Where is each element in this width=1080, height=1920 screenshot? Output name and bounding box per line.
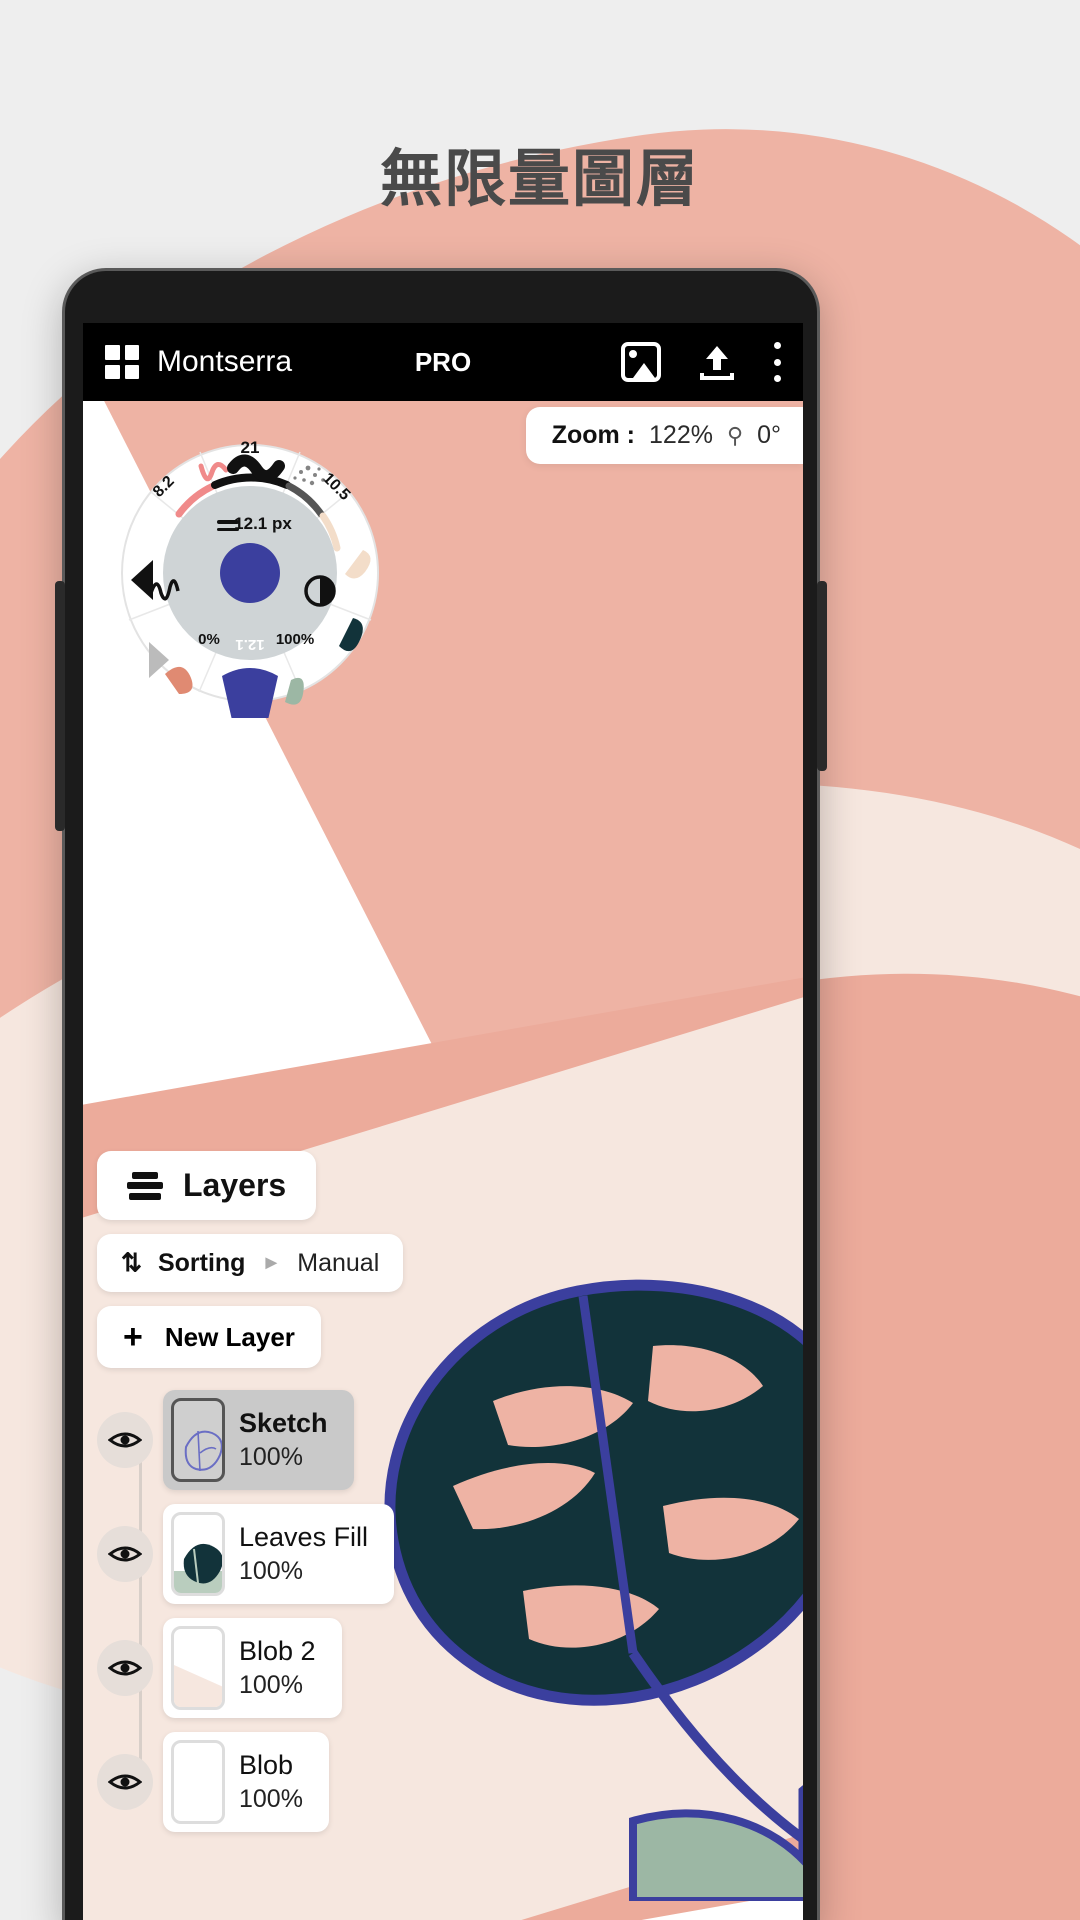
eye-icon [108,1546,142,1562]
grid-menu-icon[interactable] [105,345,139,379]
layers-panel-title[interactable]: Layers [97,1151,317,1220]
layers-title-label: Layers [183,1167,287,1203]
phone-mockup: Montserra PRO Zoom : 122% ⚲ 0° 21 8.2 10… [55,268,827,1920]
blob-thumbnail [171,1740,225,1824]
brush-size-wheel[interactable]: 21 8.2 10.5 12.1 px 0% 100% 12.1 [105,428,395,718]
headline-text: 無限量圖層 [379,145,700,214]
layer-meta: Leaves Fill 100% [233,1512,394,1596]
opacity-min-label: 0% [198,631,220,648]
app-title: Montserra [157,345,293,378]
layer-row[interactable]: Leaves Fill 100% [97,1504,427,1604]
new-layer-button[interactable]: + New Layer [97,1306,321,1368]
layer-card[interactable]: Blob 100% [163,1732,329,1832]
layer-visibility-toggle[interactable] [97,1526,153,1582]
layer-opacity: 100% [239,1671,303,1699]
layer-opacity: 100% [239,1443,303,1471]
layers-stack-icon [127,1171,163,1200]
eye-icon [108,1432,142,1448]
phone-screen: Montserra PRO Zoom : 122% ⚲ 0° 21 8.2 10… [83,323,803,1920]
blob2-thumbnail [171,1626,225,1710]
rotation-angle: 0° [757,421,781,449]
zoom-label: Zoom : [551,421,636,449]
app-bar: Montserra PRO [83,323,803,401]
plus-icon: + [123,1318,143,1356]
layer-list: Sketch 100% Leaves Fill 100% Blob 2 100%… [97,1390,427,1832]
layer-name: Sketch [239,1408,328,1438]
new-layer-label: New Layer [164,1321,295,1352]
leaves-fill-thumbnail [171,1512,225,1596]
layers-panel: Layers ⇅ Sorting ► Manual + New Layer Sk… [97,1151,427,1846]
eye-icon [108,1774,142,1790]
layer-meta: Blob 2 100% [233,1626,342,1710]
brush-size-label: 12.1 px [234,514,292,533]
app-bar-actions [621,342,781,382]
layer-name: Blob [239,1750,294,1780]
image-icon[interactable] [621,342,661,382]
zoom-indicator[interactable]: Zoom : 122% ⚲ 0° [525,407,803,464]
layer-visibility-toggle[interactable] [97,1640,153,1696]
color-pin-value: 12.1 [235,636,264,653]
layer-meta: Blob 100% [233,1740,329,1824]
triangle-right-icon: ► [261,1251,282,1274]
sorting-value: Manual [297,1248,380,1277]
layer-row[interactable]: Sketch 100% [97,1390,427,1490]
layer-card[interactable]: Blob 2 100% [163,1618,342,1718]
rotate-icon: ⚲ [726,422,744,448]
more-vertical-icon[interactable] [773,342,781,382]
wheel-segment-value-21: 21 [241,438,260,457]
sketch-thumbnail [171,1398,225,1482]
promo-screenshot: 無限量圖層 Montserra PRO Zoom: 122% ⚲ 0° 21 … [0,0,1080,1920]
phone-side-button-left [55,581,65,831]
layer-name: Leaves Fill [239,1522,369,1552]
layer-row[interactable]: Blob 2 100% [97,1618,427,1718]
layer-name: Blob 2 [239,1636,316,1666]
layer-card[interactable]: Leaves Fill 100% [163,1504,395,1604]
sorting-label: Sorting [157,1248,246,1277]
layer-visibility-toggle[interactable] [97,1412,153,1468]
layer-visibility-toggle[interactable] [97,1754,153,1810]
layer-opacity: 100% [239,1557,303,1585]
zoom-value: 122% [649,421,713,449]
sorting-control[interactable]: ⇅ Sorting ► Manual [97,1234,404,1292]
upload-icon[interactable] [697,342,737,382]
pro-badge: PRO [414,346,472,377]
layer-meta: Sketch 100% [233,1398,354,1482]
opacity-max-label: 100% [276,631,314,648]
sort-arrows-icon: ⇅ [121,1249,142,1277]
phone-side-button-right [817,581,827,771]
layer-card[interactable]: Sketch 100% [163,1390,354,1490]
layer-row[interactable]: Blob 100% [97,1732,427,1832]
layer-opacity: 100% [239,1785,303,1813]
eye-icon [108,1660,142,1676]
